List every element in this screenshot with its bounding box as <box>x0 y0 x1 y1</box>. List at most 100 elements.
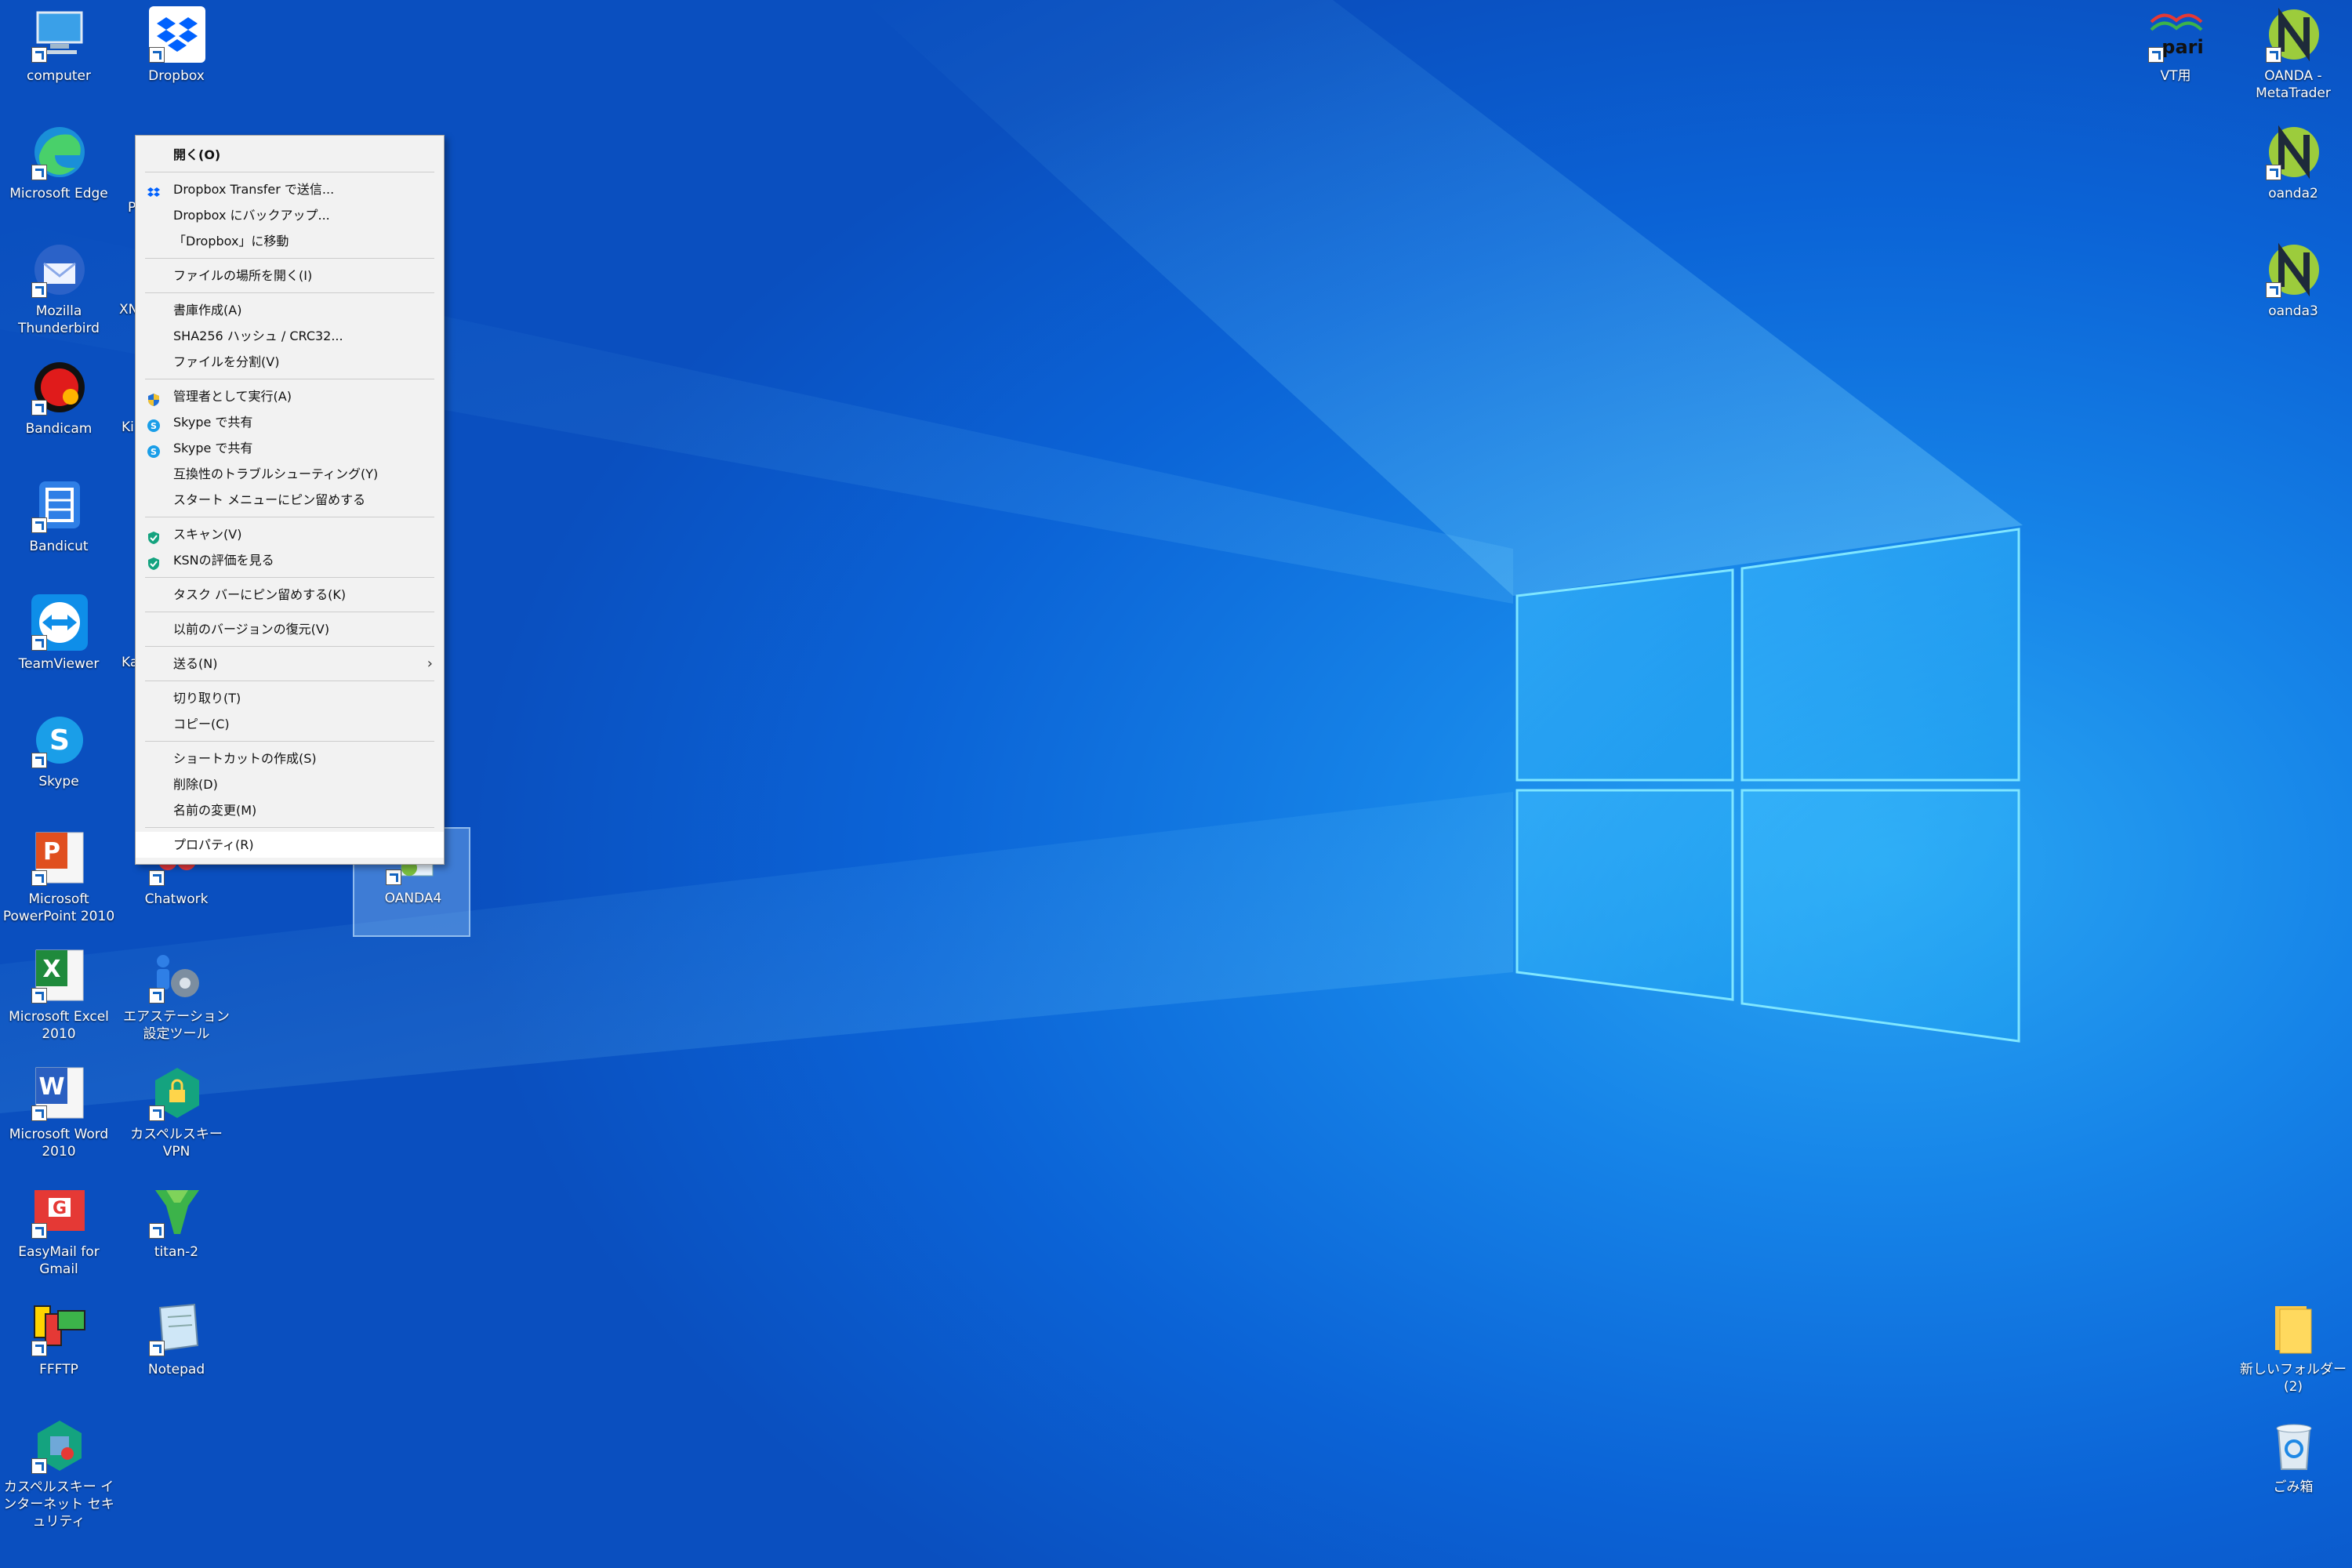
menu-separator <box>145 577 434 578</box>
desktop-icon-new-folder[interactable]: 新しいフォルダー (2) <box>2234 1300 2352 1410</box>
svg-text:W: W <box>38 1073 64 1101</box>
desktop-icon-pari-vt[interactable]: pari VT用 <box>2117 6 2234 116</box>
menu-item[interactable]: スタート メニューにピン留めする <box>136 487 444 513</box>
menu-separator <box>145 741 434 742</box>
icon-label: Notepad <box>147 1362 205 1377</box>
menu-item[interactable]: 名前の変更(M) <box>136 797 444 823</box>
desktop-icon-oanda-metatrader[interactable]: OANDA - MetaTrader <box>2234 6 2352 116</box>
menu-item-label: コピー(C) <box>173 717 230 731</box>
desktop-icon-dropbox[interactable]: Dropbox <box>118 6 235 116</box>
ffftp-icon <box>31 1300 88 1356</box>
thunderbird-icon <box>31 241 88 298</box>
desktop-icon-edge[interactable]: Microsoft Edge <box>0 124 118 234</box>
svg-text:P: P <box>43 838 60 866</box>
pari-icon: pari <box>2148 6 2205 63</box>
menu-item-label: タスク バーにピン留めする(K) <box>173 587 347 602</box>
icon-label: Bandicut <box>29 539 89 554</box>
icon-label: TeamViewer <box>18 656 100 672</box>
airstation-icon <box>149 947 205 1004</box>
icon-label: Microsoft Edge <box>9 186 108 201</box>
menu-item[interactable]: Dropbox Transfer で送信... <box>136 176 444 202</box>
desktop-icon-ffftp[interactable]: FFFTP <box>0 1300 118 1410</box>
menu-item[interactable]: プロパティ(R) <box>136 832 444 858</box>
desktop-icon-notepad[interactable]: Notepad <box>118 1300 235 1410</box>
desktop-icon-computer[interactable]: computer <box>0 6 118 116</box>
icon-label: EasyMail for Gmail <box>18 1244 100 1277</box>
desktop[interactable]: computer Dropbox Microsoft Edge Mozilla … <box>0 0 2352 1568</box>
icon-label: VT用 <box>2160 68 2191 84</box>
menu-item[interactable]: 管理者として実行(A) <box>136 383 444 409</box>
menu-item[interactable]: S Skype で共有 <box>136 409 444 435</box>
menu-item[interactable]: ファイルを分割(V) <box>136 349 444 375</box>
bandicam-icon <box>31 359 88 416</box>
menu-separator <box>145 646 434 647</box>
icon-label: FFFTP <box>39 1362 78 1377</box>
skype-icon: S <box>147 441 161 458</box>
oanda2-icon <box>2266 124 2322 180</box>
desktop-icon-oanda3[interactable]: oanda3 <box>2234 241 2352 351</box>
desktop-icon-powerpoint[interactable]: P Microsoft PowerPoint 2010 <box>0 829 118 939</box>
menu-item[interactable]: S Skype で共有 <box>136 435 444 461</box>
menu-item[interactable]: スキャン(V) <box>136 521 444 547</box>
menu-item-label: Dropbox Transfer で送信... <box>173 182 335 197</box>
menu-separator <box>145 258 434 259</box>
menu-item[interactable]: 以前のバージョンの復元(V) <box>136 616 444 642</box>
icon-label: Chatwork <box>144 891 209 907</box>
menu-item[interactable]: 書庫作成(A) <box>136 297 444 323</box>
menu-item[interactable]: 「Dropbox」に移動 <box>136 228 444 254</box>
menu-item-label: 書庫作成(A) <box>173 303 242 318</box>
menu-item[interactable]: SHA256 ハッシュ / CRC32... <box>136 323 444 349</box>
icon-label: Dropbox <box>148 68 205 84</box>
desktop-icon-word[interactable]: W Microsoft Word 2010 <box>0 1065 118 1174</box>
menu-item-label: 互換性のトラブルシューティング(Y) <box>173 466 379 481</box>
desktop-icon-kaspersky-vpn[interactable]: カスペルスキー VPN <box>118 1065 235 1174</box>
menu-item-label: ファイルを分割(V) <box>173 354 280 369</box>
desktop-icon-bandicam[interactable]: Bandicam <box>0 359 118 469</box>
menu-item[interactable]: タスク バーにピン留めする(K) <box>136 582 444 608</box>
menu-item[interactable]: Dropbox にバックアップ... <box>136 202 444 228</box>
icon-label: カスペルスキー インターネット セキュリティ <box>3 1479 114 1530</box>
desktop-icon-oanda2[interactable]: oanda2 <box>2234 124 2352 234</box>
icon-label: Microsoft Excel 2010 <box>9 1009 109 1042</box>
kaspersky-shield-icon <box>147 528 161 544</box>
svg-text:X: X <box>42 956 60 983</box>
menu-item[interactable]: 削除(D) <box>136 771 444 797</box>
oanda-metatrader-icon <box>2266 6 2322 63</box>
menu-item[interactable]: ファイルの場所を開く(I) <box>136 263 444 289</box>
svg-text:S: S <box>49 724 70 757</box>
menu-item[interactable]: ショートカットの作成(S) <box>136 746 444 771</box>
icon-label: エアステーション設定ツール <box>123 1009 230 1042</box>
desktop-icon-easymail[interactable]: G EasyMail for Gmail <box>0 1182 118 1292</box>
dropbox-icon <box>147 183 161 197</box>
menu-item-label: プロパティ(R) <box>173 837 254 852</box>
menu-item[interactable]: 開く(O) <box>136 142 444 168</box>
easymail-icon: G <box>31 1182 88 1239</box>
desktop-icon-bandicut[interactable]: Bandicut <box>0 477 118 586</box>
dropbox-icon <box>149 6 205 63</box>
desktop-icon-teamviewer[interactable]: TeamViewer <box>0 594 118 704</box>
icon-label: Skype <box>38 774 79 789</box>
desktop-icon-excel[interactable]: X Microsoft Excel 2010 <box>0 947 118 1057</box>
desktop-icon-thunderbird[interactable]: Mozilla Thunderbird <box>0 241 118 351</box>
menu-item-label: Skype で共有 <box>173 415 253 430</box>
word-icon: W <box>31 1065 88 1121</box>
menu-item[interactable]: 切り取り(T) <box>136 685 444 711</box>
desktop-icon-titan[interactable]: titan-2 <box>118 1182 235 1292</box>
menu-item[interactable]: KSNの評価を見る <box>136 547 444 573</box>
menu-item[interactable]: 互換性のトラブルシューティング(Y) <box>136 461 444 487</box>
icon-label: Mozilla Thunderbird <box>18 303 100 336</box>
desktop-icon-kaspersky[interactable]: カスペルスキー インターネット セキュリティ <box>0 1417 118 1530</box>
menu-item-label: スキャン(V) <box>173 527 242 542</box>
menu-item-label: KSNの評価を見る <box>173 553 274 568</box>
desktop-icon-skype[interactable]: S Skype <box>0 712 118 822</box>
icon-label: 新しいフォルダー (2) <box>2240 1362 2347 1395</box>
menu-item-label: ファイルの場所を開く(I) <box>173 268 313 283</box>
menu-item[interactable]: 送る(N) › <box>136 651 444 677</box>
kaspersky-vpn-icon <box>149 1065 205 1121</box>
menu-item-label: 以前のバージョンの復元(V) <box>173 622 330 637</box>
kaspersky-icon <box>31 1417 88 1474</box>
desktop-icon-airstation[interactable]: エアステーション設定ツール <box>118 947 235 1057</box>
desktop-icon-recycle-bin[interactable]: ごみ箱 <box>2234 1417 2352 1527</box>
excel-icon: X <box>31 947 88 1004</box>
menu-item[interactable]: コピー(C) <box>136 711 444 737</box>
